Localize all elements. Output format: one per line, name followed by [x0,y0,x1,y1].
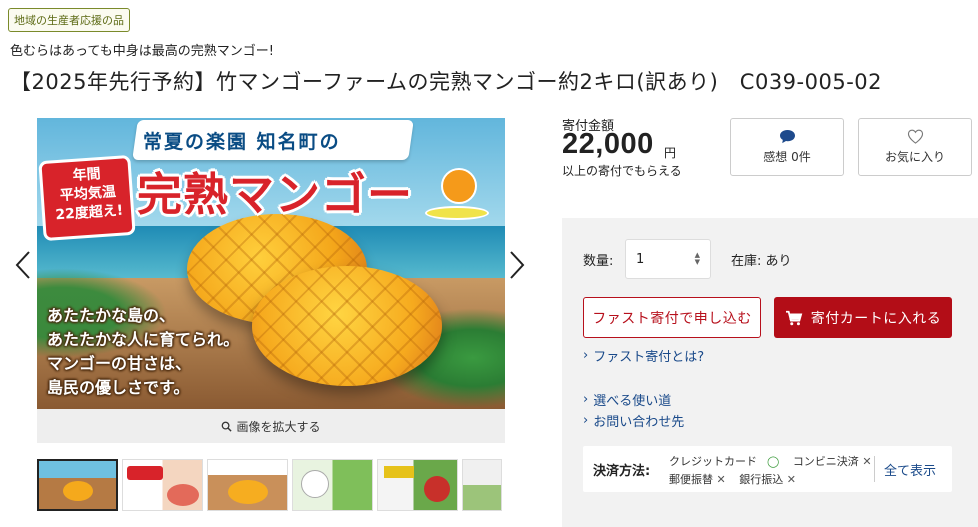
magnifier-icon [222,421,233,432]
payment-bank: 銀行振込 ✕ [739,473,796,486]
fast-donation-info-label: ファスト寄付とは? [593,350,705,365]
fast-donation-info-link[interactable]: › ファスト寄付とは? [583,346,704,365]
spinner-icon: ▲ ▼ [694,251,700,266]
hero-main-title: 完熟マンゴー [137,168,414,221]
chevron-right-icon: › [583,348,589,363]
thumbnail-1[interactable] [37,459,118,511]
thumbnail-3[interactable] [207,459,288,511]
payment-credit: クレジットカード ◯ [669,455,780,468]
hero-temperature-text: 年間 平均気温 22度超え! [54,166,124,224]
fast-donation-button[interactable]: ファスト寄付で申し込む [583,297,761,338]
fast-donation-label: ファスト寄付で申し込む [592,310,752,327]
payment-row-2: 郵便振替 ✕ 銀行振込 ✕ [669,471,806,487]
mango-mascot [441,168,477,204]
favorite-button[interactable]: お気に入り [858,118,972,176]
catch-copy: 色むらはあっても中身は最高の完熟マンゴー! [10,44,274,59]
chevron-right-icon [510,251,525,279]
payment-label: 決済方法: [593,464,651,479]
quantity-value: 1 [636,251,645,267]
unavailable-mark: ✕ [862,455,872,468]
zoom-image-button[interactable]: 画像を拡大する [37,409,505,443]
chevron-right-icon: › [583,392,589,407]
quantity-select[interactable]: 1 ▲ ▼ [625,239,711,279]
payment-divider [874,456,875,482]
thumbnail-6[interactable] [462,459,502,511]
usage-label: 選べる使い道 [593,394,672,409]
thumbnail-strip [37,459,502,511]
price-note: 以上の寄付でもらえる [562,164,682,178]
thumbnail-2[interactable] [122,459,203,511]
contact-label: お問い合わせ先 [593,415,685,430]
zoom-label: 画像を拡大する [236,419,321,434]
chevron-right-icon: › [583,413,589,428]
speech-bubble-icon [779,129,795,144]
hero-banner-text: 常夏の楽園 知名町の [143,131,341,153]
unavailable-mark: ✕ [716,473,726,486]
prev-image-arrow[interactable] [14,250,32,280]
thumbnail-4[interactable] [292,459,373,511]
local-producer-badge: 地域の生産者応援の品 [8,8,130,32]
thanks-button[interactable]: 感想 0件 [730,118,844,176]
payment-conveni: コンビニ決済 ✕ [792,455,872,468]
favorite-label: お気に入り [884,150,945,164]
thumbnail-5[interactable] [377,459,458,511]
add-to-cart-label: 寄付カートに入れる [810,310,942,327]
stock-status: 在庫: あり [731,254,792,269]
usage-link[interactable]: › 選べる使い道 [583,390,671,409]
product-title: 【2025年先行予約】竹マンゴーファームの完熟マンゴー約2キロ(訳あり) C03… [10,70,883,94]
main-product-image[interactable]: 常夏の楽園 知名町の 年間 平均気温 22度超え! 完熟マンゴー あたたかな島の… [37,118,505,409]
chevron-left-icon [15,251,30,279]
thanks-label: 感想 0件 [763,150,811,164]
available-mark: ◯ [767,455,780,468]
price-amount: 22,000 [562,128,654,160]
add-to-cart-button[interactable]: 寄付カートに入れる [774,297,952,338]
show-all-payments-link[interactable]: 全て表示 [884,460,936,479]
surfboard [425,206,489,220]
payment-row-1: クレジットカード ◯ コンビニ決済 ✕ [669,453,882,469]
cart-icon [785,310,803,325]
heart-icon [907,129,923,144]
price-unit: 円 [664,146,677,160]
hero-copy: あたたかな島の、 あたたかな人に育てられ。 マンゴーの甘さは、 島民の優しさです… [47,306,240,397]
contact-link[interactable]: › お問い合わせ先 [583,411,684,430]
next-image-arrow[interactable] [508,250,526,280]
mango-front [252,266,442,386]
quantity-label: 数量: [583,254,614,269]
payment-postal: 郵便振替 ✕ [669,473,726,486]
unavailable-mark: ✕ [786,473,796,486]
